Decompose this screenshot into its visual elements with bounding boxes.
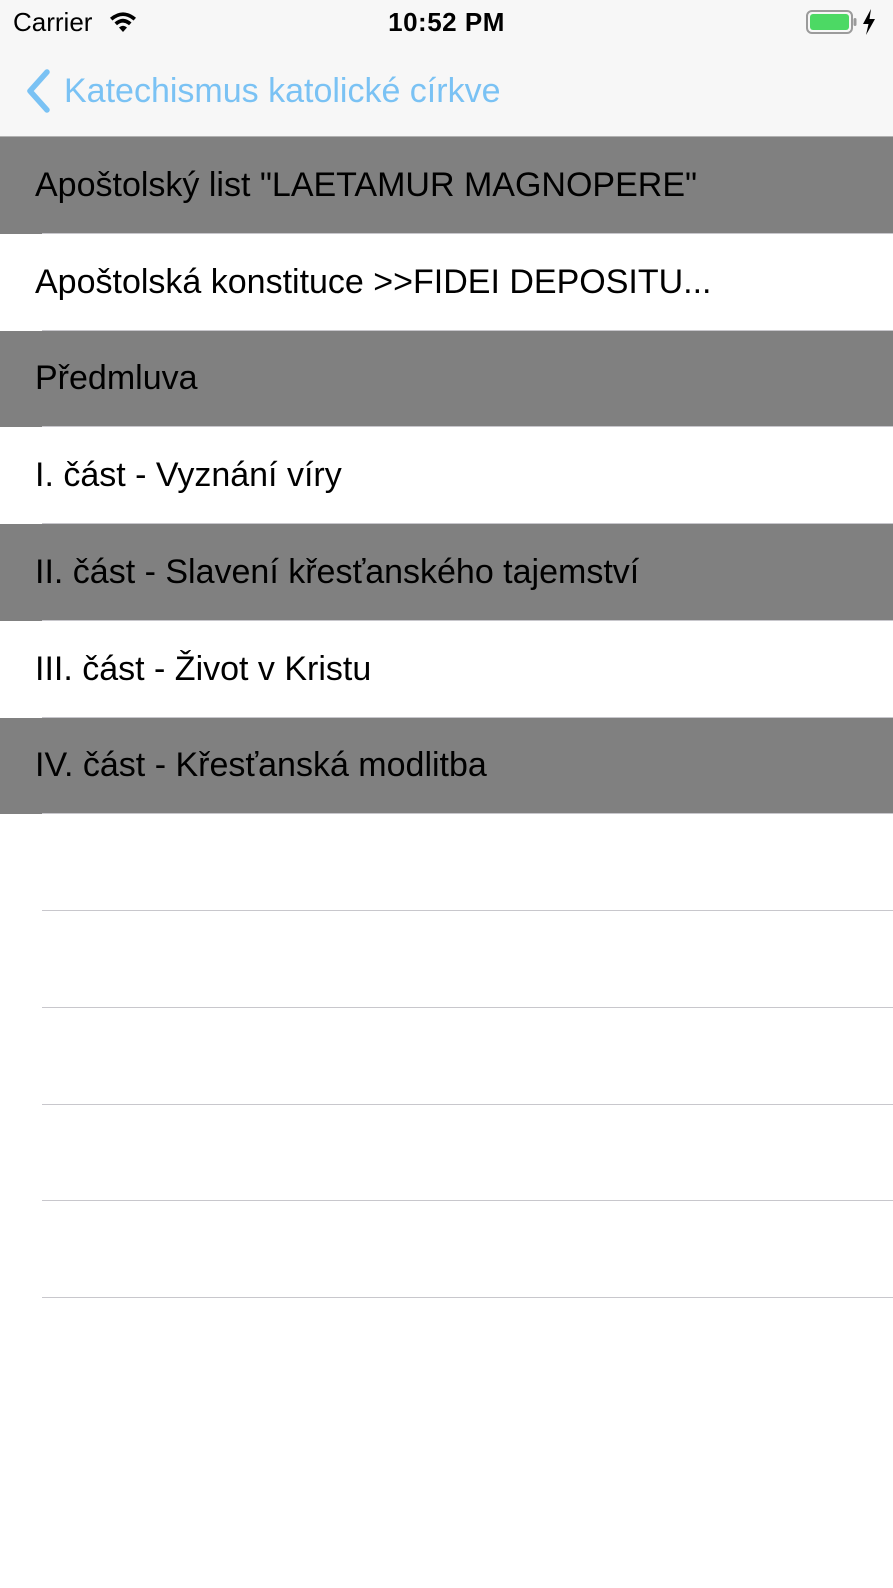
battery-icon [806, 10, 857, 34]
list-item-label: Předmluva [35, 359, 198, 398]
list-item-label: II. část - Slavení křesťanského tajemstv… [35, 552, 640, 591]
back-button-label: Katechismus katolické církve [64, 72, 501, 110]
clock: 10:52 PM [388, 7, 505, 37]
chevron-left-icon [27, 69, 50, 113]
list-item-label: I. část - Vyznání víry [35, 456, 342, 495]
list-item-label: Apoštolský list "LAETAMUR MAGNOPERE" [35, 165, 698, 204]
empty-list-row [0, 1201, 893, 1298]
back-button[interactable]: Katechismus katolické církve [22, 66, 501, 116]
list-item[interactable]: I. část - Vyznání víry [0, 427, 893, 524]
empty-list-row [0, 911, 893, 1008]
list-item-label: III. část - Život v Kristu [35, 649, 372, 688]
charging-bolt-icon [863, 9, 875, 35]
empty-list-row [0, 814, 893, 911]
list-item-label: IV. část - Křesťanská modlitba [35, 746, 487, 785]
navigation-bar: Katechismus katolické církve [0, 44, 893, 137]
chapter-list: Apoštolský list "LAETAMUR MAGNOPERE" Apo… [0, 137, 893, 1298]
list-item[interactable]: Apoštolská konstituce >>FIDEI DEPOSITU..… [0, 233, 893, 331]
list-item[interactable]: Předmluva [0, 330, 893, 428]
list-item[interactable]: IV. část - Křesťanská modlitba [0, 717, 893, 815]
status-bar: Carrier 10:52 PM [0, 0, 893, 44]
list-item[interactable]: Apoštolský list "LAETAMUR MAGNOPERE" [0, 137, 893, 234]
list-item-label: Apoštolská konstituce >>FIDEI DEPOSITU..… [35, 262, 712, 301]
list-item[interactable]: II. část - Slavení křesťanského tajemstv… [0, 524, 893, 621]
empty-list-row [0, 1007, 893, 1105]
row-separator [42, 1297, 893, 1298]
empty-list-row [0, 1104, 893, 1202]
list-item[interactable]: III. část - Život v Kristu [0, 620, 893, 718]
